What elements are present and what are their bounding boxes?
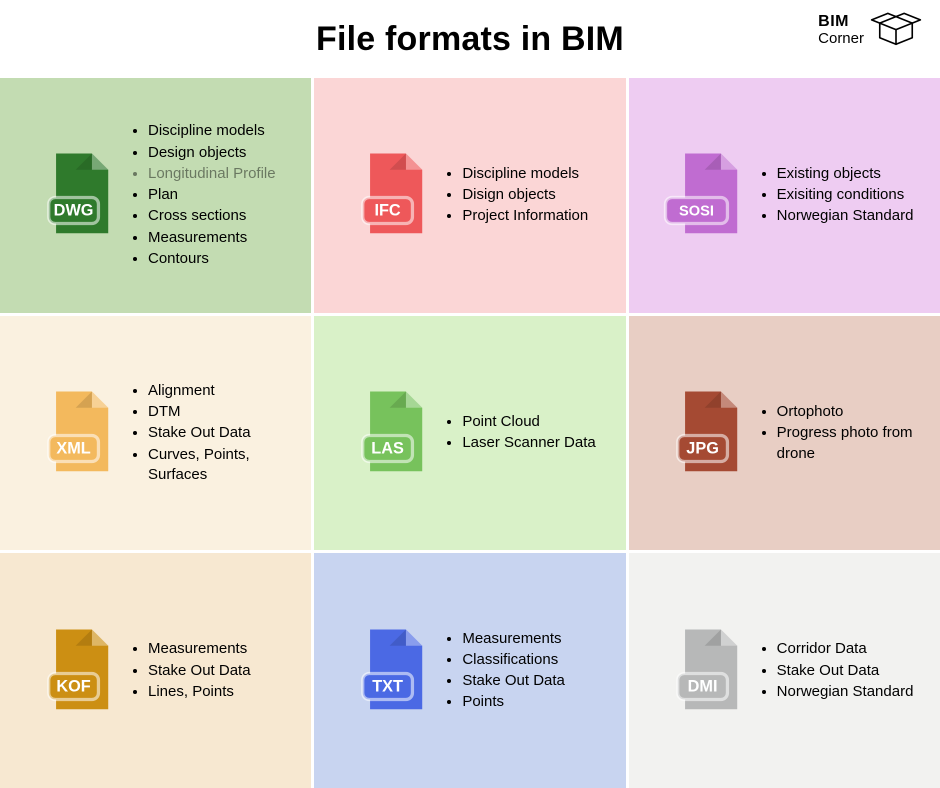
list-item: Existing objects <box>777 164 922 184</box>
list-item: Corridor Data <box>777 639 922 659</box>
format-card-sosi: SOSI Existing objectsExisiting condition… <box>629 78 940 313</box>
format-card-ifc: IFC Discipline modelsDisign objectsProje… <box>314 78 625 313</box>
list-item: Discipline models <box>148 121 293 141</box>
brand-line2: Corner <box>818 31 864 47</box>
svg-text:SOSI: SOSI <box>679 204 714 220</box>
format-card-xml: XML AlignmentDTMStake Out DataCurves, Po… <box>0 316 311 551</box>
list-item: Plan <box>148 185 293 205</box>
list-item: Longitudinal Profile <box>148 164 293 184</box>
svg-text:TXT: TXT <box>373 677 404 695</box>
open-box-icon <box>870 8 922 53</box>
format-card-content: MeasurementsClassificationsStake Out Dat… <box>438 628 607 714</box>
file-icon-kof: KOF <box>24 616 124 726</box>
file-icon-ifc: IFC <box>338 140 438 250</box>
format-card-content: Existing objectsExisiting conditionsNorw… <box>753 163 922 228</box>
list-item: Point Cloud <box>462 412 607 432</box>
list-item: Discipline models <box>462 164 607 184</box>
svg-text:DWG: DWG <box>54 202 94 220</box>
header: File formats in BIM BIM Corner <box>0 0 940 78</box>
format-card-content: MeasurementsStake Out DataLines, Points <box>124 638 293 703</box>
list-item: Laser Scanner Data <box>462 433 607 453</box>
file-icon-sosi: SOSI <box>653 140 753 250</box>
list-item: Classifications <box>462 650 607 670</box>
format-feature-list: Corridor DataStake Out DataNorwegian Sta… <box>759 639 922 702</box>
format-feature-list: MeasurementsStake Out DataLines, Points <box>130 639 293 702</box>
format-card-las: LAS Point CloudLaser Scanner Data <box>314 316 625 551</box>
list-item: Lines, Points <box>148 682 293 702</box>
format-card-txt: TXT MeasurementsClassificationsStake Out… <box>314 553 625 788</box>
format-card-dmi: DMI Corridor DataStake Out DataNorwegian… <box>629 553 940 788</box>
svg-text:IFC: IFC <box>375 202 401 220</box>
list-item: Disign objects <box>462 185 607 205</box>
format-card-content: OrtophotoProgress photo from drone <box>753 401 922 465</box>
list-item: Contours <box>148 249 293 269</box>
svg-text:KOF: KOF <box>56 677 90 695</box>
format-card-content: Corridor DataStake Out DataNorwegian Sta… <box>753 638 922 703</box>
svg-text:DMI: DMI <box>687 677 717 695</box>
format-card-content: Point CloudLaser Scanner Data <box>438 411 607 455</box>
format-feature-list: Discipline modelsDesign objectsLongitudi… <box>130 121 293 269</box>
list-item: Project Information <box>462 206 607 226</box>
format-card-dwg: DWG Discipline modelsDesign objectsLongi… <box>0 78 311 313</box>
format-feature-list: MeasurementsClassificationsStake Out Dat… <box>444 629 607 713</box>
brand-line1: BIM <box>818 14 864 31</box>
list-item: Stake Out Data <box>148 661 293 681</box>
list-item: Ortophoto <box>777 402 922 422</box>
list-item: Design objects <box>148 143 293 163</box>
list-item: Measurements <box>462 629 607 649</box>
file-icon-las: LAS <box>338 378 438 488</box>
list-item: Curves, Points, Surfaces <box>148 445 293 486</box>
file-icon-txt: TXT <box>338 616 438 726</box>
svg-text:XML: XML <box>56 439 90 457</box>
svg-text:JPG: JPG <box>686 439 719 457</box>
list-item: Progress photo from drone <box>777 423 922 464</box>
format-card-content: Discipline modelsDisign objectsProject I… <box>438 163 607 228</box>
format-card-jpg: JPG OrtophotoProgress photo from drone <box>629 316 940 551</box>
list-item: Stake Out Data <box>777 661 922 681</box>
list-item: Cross sections <box>148 206 293 226</box>
format-card-content: AlignmentDTMStake Out DataCurves, Points… <box>124 380 293 486</box>
brand-text: BIM Corner <box>818 14 864 47</box>
format-grid: DWG Discipline modelsDesign objectsLongi… <box>0 78 940 788</box>
list-item: Stake Out Data <box>148 423 293 443</box>
format-feature-list: Existing objectsExisiting conditionsNorw… <box>759 164 922 227</box>
file-icon-dwg: DWG <box>24 140 124 250</box>
page-title: File formats in BIM <box>316 20 624 59</box>
file-icon-jpg: JPG <box>653 378 753 488</box>
format-feature-list: Discipline modelsDisign objectsProject I… <box>444 164 607 227</box>
list-item: DTM <box>148 402 293 422</box>
list-item: Norwegian Standard <box>777 682 922 702</box>
brand-badge: BIM Corner <box>818 8 922 53</box>
file-icon-dmi: DMI <box>653 616 753 726</box>
list-item: Points <box>462 692 607 712</box>
format-card-kof: KOF MeasurementsStake Out DataLines, Poi… <box>0 553 311 788</box>
format-card-content: Discipline modelsDesign objectsLongitudi… <box>124 120 293 270</box>
file-icon-xml: XML <box>24 378 124 488</box>
format-feature-list: Point CloudLaser Scanner Data <box>444 412 607 454</box>
format-feature-list: OrtophotoProgress photo from drone <box>759 402 922 464</box>
format-feature-list: AlignmentDTMStake Out DataCurves, Points… <box>130 381 293 485</box>
list-item: Alignment <box>148 381 293 401</box>
list-item: Measurements <box>148 228 293 248</box>
svg-text:LAS: LAS <box>372 439 405 457</box>
list-item: Measurements <box>148 639 293 659</box>
list-item: Stake Out Data <box>462 671 607 691</box>
list-item: Exisiting conditions <box>777 185 922 205</box>
list-item: Norwegian Standard <box>777 206 922 226</box>
